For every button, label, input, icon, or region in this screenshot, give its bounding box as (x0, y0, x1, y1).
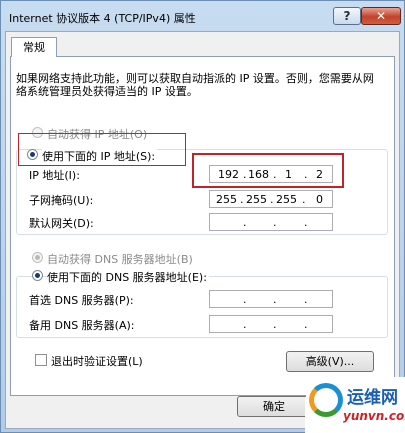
subnet-mask-input[interactable]: 255 . 255 . 255 . 0 (209, 190, 333, 208)
title-bar[interactable]: Internet 协议版本 4 (TCP/IPv4) 属性 ? ✕ (1, 1, 404, 31)
close-button[interactable]: ✕ (361, 7, 401, 25)
highlight-manual-ip (18, 133, 186, 166)
tab-general[interactable]: 常规 (11, 37, 57, 57)
description-text: 如果网络支持此功能，则可以获取自动指派的 IP 设置。否则，您需要从网络系统管理… (16, 72, 374, 98)
radio-dns-manual-label: 使用下面的 DNS 服务器地址(E): (47, 269, 209, 285)
window-title: Internet 协议版本 4 (TCP/IPv4) 属性 (9, 12, 196, 25)
alternate-dns-label: 备用 DNS 服务器(A): (29, 319, 135, 332)
ok-button[interactable]: 确定 (237, 396, 311, 417)
alternate-dns-input[interactable]: . . . (209, 315, 333, 333)
watermark-url: yunvn.com (343, 409, 405, 423)
radio-dns-manual[interactable] (32, 270, 43, 281)
ip-address-label: IP 地址(I): (29, 169, 80, 182)
dialog-window: Internet 协议版本 4 (TCP/IPv4) 属性 ? ✕ 常规 如果网… (0, 0, 405, 433)
radio-dns-manual-dot (35, 273, 40, 278)
dialog-body: 常规 如果网络支持此功能，则可以获取自动指派的 IP 设置。否则，您需要从网络系… (5, 31, 400, 429)
preferred-dns-input[interactable]: . . . (209, 290, 333, 308)
mask-octet-2: 255 (246, 193, 267, 206)
mask-octet-4: 0 (316, 193, 323, 206)
radio-dns-auto-dot (35, 255, 40, 260)
help-button[interactable]: ? (333, 7, 361, 25)
radio-dns-auto-label: 自动获得 DNS 服务器地址(B) (47, 253, 193, 266)
gateway-input[interactable]: . . . (209, 213, 333, 231)
mask-octet-3: 255 (276, 193, 297, 206)
mask-octet-1: 255 (216, 193, 237, 206)
subnet-mask-label: 子网掩码(U): (29, 194, 94, 207)
site-watermark: 运维网 yunvn.com (305, 377, 405, 433)
validate-label: 退出时验证设置(L) (51, 355, 143, 368)
watermark-text: 运维网 (347, 388, 398, 408)
validate-checkbox[interactable] (35, 354, 47, 366)
highlight-ip-address (192, 153, 344, 188)
preferred-dns-label: 首选 DNS 服务器(P): (29, 294, 134, 307)
gateway-label: 默认网关(D): (29, 217, 94, 230)
advanced-button[interactable]: 高级(V)... (286, 351, 374, 372)
swirl-logo-icon (309, 383, 343, 417)
radio-dns-auto[interactable] (32, 252, 43, 263)
